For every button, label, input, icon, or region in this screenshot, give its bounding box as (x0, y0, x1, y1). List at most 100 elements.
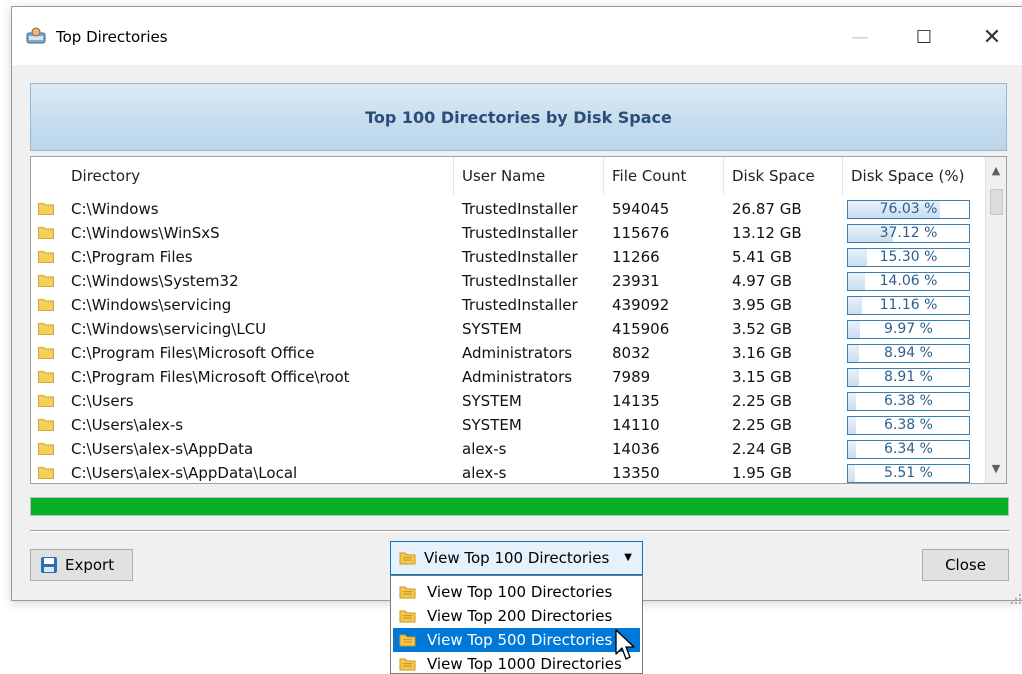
cell-disk-space: 1.95 GB (732, 464, 793, 482)
column-header-disk-space-pct[interactable]: Disk Space (%) (843, 157, 986, 195)
dropdown-option[interactable]: View Top 1000 Directories (393, 652, 640, 673)
cell-user-name: TrustedInstaller (462, 200, 578, 218)
export-button-label: Export (65, 556, 115, 574)
folder-icon (38, 443, 54, 455)
cell-disk-space-pct: 37.12 % (879, 225, 938, 241)
disk-space-pct-bar: 15.30 % (847, 248, 970, 267)
maximize-button[interactable]: ☐ (902, 21, 946, 53)
cell-user-name: Administrators (462, 368, 573, 386)
close-icon: ✕ (982, 24, 1002, 50)
directories-table[interactable]: Directory User Name File Count Disk Spac… (30, 156, 1007, 484)
cell-disk-space: 2.25 GB (732, 392, 793, 410)
cell-user-name: SYSTEM (462, 320, 522, 338)
disk-space-pct-bar: 37.12 % (847, 224, 970, 243)
folder-icon (38, 419, 54, 431)
cell-directory: C:\Windows\WinSxS (71, 224, 220, 242)
cell-user-name: TrustedInstaller (462, 272, 578, 290)
view-top-dropdown: View Top 100 Directories View Top 200 Dir… (390, 575, 643, 674)
disk-space-pct-bar: 6.38 % (847, 416, 970, 435)
separator (30, 530, 1009, 532)
cell-disk-space-pct: 5.51 % (884, 465, 933, 481)
scroll-thumb[interactable] (990, 189, 1003, 215)
table-row[interactable]: C:\Windows TrustedInstaller 594045 26.87 GB… (31, 197, 986, 221)
cell-disk-space: 2.25 GB (732, 416, 793, 434)
table-row[interactable]: C:\Users\alex-s\AppData alex-s 14036 2.24 G… (31, 437, 986, 461)
cell-disk-space: 3.95 GB (732, 296, 793, 314)
table-row[interactable]: C:\Windows\servicing\LCU SYSTEM 415906 3.52… (31, 317, 986, 341)
table-row[interactable]: C:\Users\alex-s\AppData\Local alex-s 13350… (31, 461, 986, 485)
minimize-icon: — (851, 26, 869, 48)
close-window-button[interactable]: ✕ (970, 21, 1014, 53)
folder-icon (38, 299, 54, 311)
cell-disk-space-pct: 15.30 % (879, 249, 938, 265)
cell-disk-space: 5.41 GB (732, 248, 793, 266)
save-icon (41, 557, 57, 573)
chevron-up-icon: ▲ (991, 164, 1001, 177)
cell-disk-space-pct: 6.34 % (884, 441, 933, 457)
cell-user-name: TrustedInstaller (462, 224, 578, 242)
vertical-scrollbar[interactable]: ▲ ▼ (985, 157, 1006, 483)
minimize-button[interactable]: — (838, 21, 882, 53)
dropdown-option[interactable]: View Top 500 Directories (393, 628, 640, 652)
disk-space-pct-bar: 76.03 % (847, 200, 970, 219)
cell-disk-space: 2.24 GB (732, 440, 793, 458)
disk-analyzer-icon (26, 27, 46, 44)
dropdown-option-label: View Top 100 Directories (427, 583, 613, 601)
title-bar[interactable]: Top Directories — ☐ ✕ (12, 7, 1022, 65)
cell-disk-space: 3.16 GB (732, 344, 793, 362)
disk-space-pct-bar: 6.34 % (847, 440, 970, 459)
cell-user-name: alex-s (462, 440, 507, 458)
folder-icon (38, 227, 54, 239)
table-row[interactable]: C:\Windows\WinSxS TrustedInstaller 115676 1… (31, 221, 986, 245)
close-button-label: Close (945, 556, 986, 574)
cell-user-name: alex-s (462, 464, 507, 482)
folder-icon (38, 323, 54, 335)
disk-space-pct-bar: 6.38 % (847, 392, 970, 411)
column-header-disk-space[interactable]: Disk Space (724, 157, 843, 195)
cell-disk-space: 4.97 GB (732, 272, 793, 290)
cell-disk-space: 26.87 GB (732, 200, 802, 218)
cell-file-count: 594045 (612, 200, 670, 218)
column-header-file-count[interactable]: File Count (604, 157, 724, 195)
cell-file-count: 14036 (612, 440, 660, 458)
cell-file-count: 14135 (612, 392, 660, 410)
cell-directory: C:\Program Files\Microsoft Office\root (71, 368, 350, 386)
dropdown-option-label: View Top 200 Directories (427, 607, 613, 625)
cell-directory: C:\Program Files\Microsoft Office (71, 344, 315, 362)
cell-user-name: TrustedInstaller (462, 296, 578, 314)
scroll-down-button[interactable]: ▼ (986, 459, 1006, 479)
view-top-select-value: View Top 100 Directories (424, 549, 610, 567)
table-row[interactable]: C:\Program Files\Microsoft Office Adminis… (31, 341, 986, 365)
disk-space-pct-bar: 8.91 % (847, 368, 970, 387)
window-title: Top Directories (56, 28, 168, 46)
cell-disk-space: 3.15 GB (732, 368, 793, 386)
cell-disk-space-pct: 14.06 % (879, 273, 938, 289)
folder-icon (38, 275, 54, 287)
export-button[interactable]: Export (30, 549, 133, 581)
cell-file-count: 13350 (612, 464, 660, 482)
disk-space-pct-bar: 14.06 % (847, 272, 970, 291)
close-button[interactable]: Close (922, 549, 1009, 581)
column-header-user-name[interactable]: User Name (454, 157, 604, 195)
table-row[interactable]: C:\Windows\servicing TrustedInstaller 4390… (31, 293, 986, 317)
dropdown-option[interactable]: View Top 200 Directories (393, 604, 640, 628)
resize-grip-icon[interactable] (1008, 591, 1022, 605)
table-row[interactable]: C:\Windows\System32 TrustedInstaller 23931… (31, 269, 986, 293)
disk-space-pct-bar: 11.16 % (847, 296, 970, 315)
dropdown-option[interactable]: View Top 100 Directories (393, 580, 640, 604)
cell-directory: C:\Windows\servicing (71, 296, 232, 314)
scroll-up-button[interactable]: ▲ (986, 161, 1006, 181)
cell-file-count: 8032 (612, 344, 651, 362)
column-header-directory[interactable]: Directory (63, 157, 454, 195)
table-row[interactable]: C:\Program Files TrustedInstaller 11266 5.4… (31, 245, 986, 269)
table-row[interactable]: C:\Program Files\Microsoft Office\root Ad… (31, 365, 986, 389)
cell-file-count: 14110 (612, 416, 660, 434)
view-top-select[interactable]: View Top 100 Directories ▼ (390, 541, 643, 575)
maximize-icon: ☐ (915, 26, 933, 48)
table-row[interactable]: C:\Users SYSTEM 14135 2.25 GB 6.38 % (31, 389, 986, 413)
cell-file-count: 7989 (612, 368, 651, 386)
cell-disk-space-pct: 11.16 % (879, 297, 938, 313)
folder-icon (38, 251, 54, 263)
cell-user-name: Administrators (462, 344, 573, 362)
table-row[interactable]: C:\Users\alex-s SYSTEM 14110 2.25 GB 6.38 % (31, 413, 986, 437)
